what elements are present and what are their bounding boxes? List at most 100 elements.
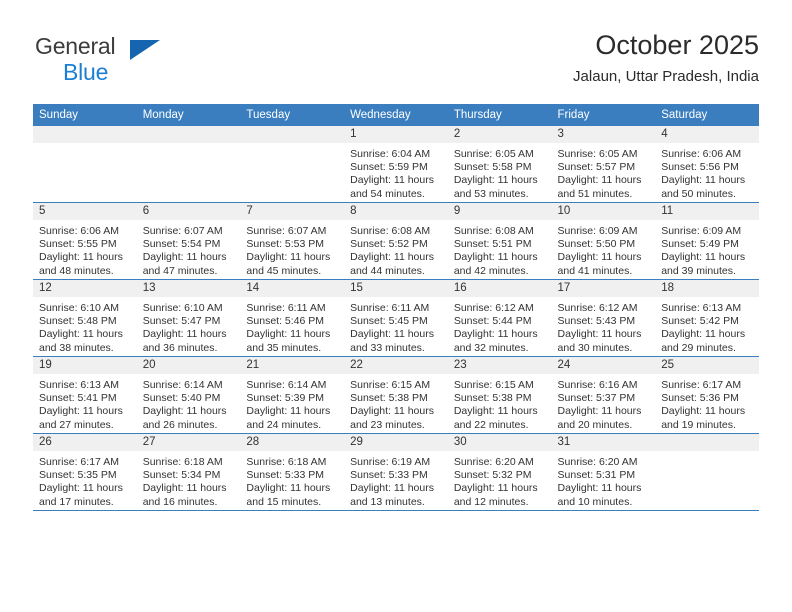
sunset-text: Sunset: 5:32 PM (453, 469, 532, 482)
calendar-day-cell[interactable]: 26 Sunrise: 6:17 AM Sunset: 5:35 PM Dayligh… (33, 433, 137, 511)
calendar-day-cell[interactable]: 11 Sunrise: 6:09 AM Sunset: 5:49 PM Dayligh… (655, 202, 759, 280)
calendar-day-cell[interactable]: 27 Sunrise: 6:18 AM Sunset: 5:34 PM Dayligh… (136, 433, 241, 511)
calendar-day-cell[interactable]: 19 Sunrise: 6:13 AM Sunset: 5:41 PM Dayligh… (33, 356, 137, 434)
calendar-day-cell[interactable]: 28 Sunrise: 6:18 AM Sunset: 5:33 PM Dayligh… (240, 433, 345, 511)
daylight-text: Daylight: 11 hours and 50 minutes. (661, 174, 746, 200)
weekday-header-tuesday: Tuesday (240, 104, 345, 126)
sunrise-text: Sunrise: 6:05 AM (557, 148, 638, 160)
day-number: 12 (33, 280, 137, 297)
day-details: Sunrise: 6:05 AM Sunset: 5:57 PM Daylight:… (552, 143, 656, 201)
sunrise-text: Sunrise: 6:09 AM (661, 225, 742, 237)
weekday-header-wednesday: Wednesday (344, 104, 448, 126)
calendar-day-cell[interactable]: 20 Sunrise: 6:14 AM Sunset: 5:40 PM Dayligh… (136, 356, 241, 434)
day-number: 17 (551, 280, 656, 297)
day-details: Sunrise: 6:13 AM Sunset: 5:42 PM Daylight:… (655, 297, 759, 355)
calendar-day-cell[interactable]: 15 Sunrise: 6:11 AM Sunset: 5:45 PM Dayligh… (344, 279, 448, 357)
calendar-day-cell[interactable]: 17 Sunrise: 6:12 AM Sunset: 5:43 PM Dayligh… (551, 279, 656, 357)
sunset-text: Sunset: 5:38 PM (350, 392, 428, 405)
daylight-text: Daylight: 11 hours and 15 minutes. (246, 482, 331, 508)
day-number (33, 126, 137, 143)
sunrise-text: Sunrise: 6:08 AM (453, 225, 534, 237)
day-details: Sunrise: 6:17 AM Sunset: 5:36 PM Daylight:… (655, 374, 759, 432)
sunset-text: Sunset: 5:31 PM (557, 469, 636, 482)
calendar-day-cell[interactable]: 25 Sunrise: 6:17 AM Sunset: 5:36 PM Dayligh… (655, 356, 759, 434)
weekday-header-sunday: Sunday (33, 104, 137, 126)
calendar-day-cell[interactable]: 18 Sunrise: 6:13 AM Sunset: 5:42 PM Dayligh… (655, 279, 759, 357)
day-details: Sunrise: 6:18 AM Sunset: 5:34 PM Daylight:… (137, 451, 241, 509)
day-number: 24 (551, 357, 656, 374)
day-number: 18 (655, 280, 759, 297)
sunrise-text: Sunrise: 6:13 AM (661, 302, 742, 314)
day-number: 29 (344, 434, 448, 451)
weekday-header-monday: Monday (136, 104, 241, 126)
day-details: Sunrise: 6:06 AM Sunset: 5:56 PM Daylight:… (655, 143, 759, 201)
sunset-text: Sunset: 5:36 PM (661, 392, 739, 405)
sunrise-text: Sunrise: 6:06 AM (39, 225, 119, 237)
sunrise-text: Sunrise: 6:17 AM (39, 456, 119, 468)
calendar-day-cell[interactable]: 8 Sunrise: 6:08 AM Sunset: 5:52 PM Daylight… (344, 202, 448, 280)
day-details: Sunrise: 6:11 AM Sunset: 5:45 PM Daylight:… (344, 297, 448, 355)
calendar-day-cell[interactable]: 13 Sunrise: 6:10 AM Sunset: 5:47 PM Dayligh… (136, 279, 241, 357)
calendar-day-cell[interactable]: 1 Sunrise: 6:04 AM Sunset: 5:59 PM Daylight… (344, 126, 448, 203)
sunrise-text: Sunrise: 6:08 AM (350, 225, 431, 237)
calendar-day-cell[interactable]: 14 Sunrise: 6:11 AM Sunset: 5:46 PM Dayligh… (240, 279, 345, 357)
calendar-day-cell[interactable]: 2 Sunrise: 6:05 AM Sunset: 5:58 PM Daylight… (447, 126, 552, 203)
weekday-header-saturday: Saturday (655, 104, 759, 126)
calendar-grid: Sunday Monday Tuesday Wednesday Thursday… (33, 104, 759, 511)
daylight-text: Daylight: 11 hours and 16 minutes. (142, 482, 227, 508)
calendar-page: General Blue October 2025 Jalaun, Uttar … (0, 0, 792, 612)
calendar-day-cell[interactable]: 24 Sunrise: 6:16 AM Sunset: 5:37 PM Dayligh… (551, 356, 656, 434)
day-number: 5 (33, 203, 137, 220)
sunset-text: Sunset: 5:33 PM (246, 469, 325, 482)
sunset-text: Sunset: 5:41 PM (39, 392, 117, 405)
day-number: 19 (33, 357, 137, 374)
sunrise-text: Sunrise: 6:12 AM (557, 302, 638, 314)
calendar-day-cell[interactable]: 16 Sunrise: 6:12 AM Sunset: 5:44 PM Dayligh… (447, 279, 552, 357)
calendar-day-cell-empty (240, 126, 345, 203)
sunrise-text: Sunrise: 6:20 AM (453, 456, 534, 468)
calendar-day-cell[interactable]: 7 Sunrise: 6:07 AM Sunset: 5:53 PM Daylight… (240, 202, 345, 280)
calendar-day-cell[interactable]: 21 Sunrise: 6:14 AM Sunset: 5:39 PM Dayligh… (240, 356, 345, 434)
day-details: Sunrise: 6:09 AM Sunset: 5:49 PM Daylight:… (655, 220, 759, 278)
calendar-day-cell[interactable]: 10 Sunrise: 6:09 AM Sunset: 5:50 PM Dayligh… (551, 202, 656, 280)
sunrise-text: Sunrise: 6:20 AM (557, 456, 638, 468)
calendar-day-cell[interactable]: 31 Sunrise: 6:20 AM Sunset: 5:31 PM Dayligh… (551, 433, 656, 511)
sunset-text: Sunset: 5:35 PM (39, 469, 117, 482)
day-number: 20 (136, 357, 241, 374)
daylight-text: Daylight: 11 hours and 36 minutes. (142, 328, 227, 354)
daylight-text: Daylight: 11 hours and 29 minutes. (661, 328, 746, 354)
daylight-text: Daylight: 11 hours and 13 minutes. (350, 482, 434, 508)
calendar-week-row: 1 Sunrise: 6:04 AM Sunset: 5:59 PM Daylight… (33, 126, 759, 203)
sunrise-text: Sunrise: 6:15 AM (350, 379, 431, 391)
calendar-day-cell[interactable]: 9 Sunrise: 6:08 AM Sunset: 5:51 PM Daylight… (447, 202, 552, 280)
calendar-day-cell[interactable]: 29 Sunrise: 6:19 AM Sunset: 5:33 PM Dayligh… (344, 433, 448, 511)
weekday-header-friday: Friday (551, 104, 656, 126)
daylight-text: Daylight: 11 hours and 51 minutes. (557, 174, 642, 200)
sunrise-text: Sunrise: 6:14 AM (142, 379, 223, 391)
day-details: Sunrise: 6:17 AM Sunset: 5:35 PM Daylight:… (33, 451, 137, 509)
day-number: 31 (551, 434, 656, 451)
day-details: Sunrise: 6:10 AM Sunset: 5:47 PM Daylight:… (137, 297, 241, 355)
page-title: October 2025 (595, 30, 759, 60)
day-number: 22 (344, 357, 448, 374)
general-blue-logo[interactable]: General Blue (33, 28, 273, 90)
calendar-day-cell[interactable]: 6 Sunrise: 6:07 AM Sunset: 5:54 PM Daylight… (136, 202, 241, 280)
calendar-week-row: 26 Sunrise: 6:17 AM Sunset: 5:35 PM Dayligh… (33, 433, 759, 511)
sunrise-text: Sunrise: 6:13 AM (39, 379, 119, 391)
sunrise-text: Sunrise: 6:09 AM (557, 225, 638, 237)
sunset-text: Sunset: 5:39 PM (246, 392, 325, 405)
calendar-day-cell[interactable]: 4 Sunrise: 6:06 AM Sunset: 5:56 PM Daylight… (655, 126, 759, 203)
calendar-day-cell[interactable]: 12 Sunrise: 6:10 AM Sunset: 5:48 PM Dayligh… (33, 279, 137, 357)
calendar-day-cell[interactable]: 3 Sunrise: 6:05 AM Sunset: 5:57 PM Daylight… (551, 126, 656, 203)
calendar-day-cell[interactable]: 5 Sunrise: 6:06 AM Sunset: 5:55 PM Daylight… (33, 202, 137, 280)
sunrise-text: Sunrise: 6:16 AM (557, 379, 638, 391)
calendar-day-cell[interactable]: 22 Sunrise: 6:15 AM Sunset: 5:38 PM Dayligh… (344, 356, 448, 434)
sunrise-text: Sunrise: 6:05 AM (453, 148, 534, 160)
calendar-day-cell[interactable]: 23 Sunrise: 6:15 AM Sunset: 5:38 PM Dayligh… (447, 356, 552, 434)
daylight-text: Daylight: 11 hours and 27 minutes. (39, 405, 123, 431)
calendar-day-cell[interactable]: 30 Sunrise: 6:20 AM Sunset: 5:32 PM Dayligh… (447, 433, 552, 511)
day-details: Sunrise: 6:07 AM Sunset: 5:54 PM Daylight:… (137, 220, 241, 278)
sunset-text: Sunset: 5:58 PM (453, 161, 532, 174)
daylight-text: Daylight: 11 hours and 17 minutes. (39, 482, 123, 508)
day-details: Sunrise: 6:20 AM Sunset: 5:31 PM Daylight:… (552, 451, 656, 509)
